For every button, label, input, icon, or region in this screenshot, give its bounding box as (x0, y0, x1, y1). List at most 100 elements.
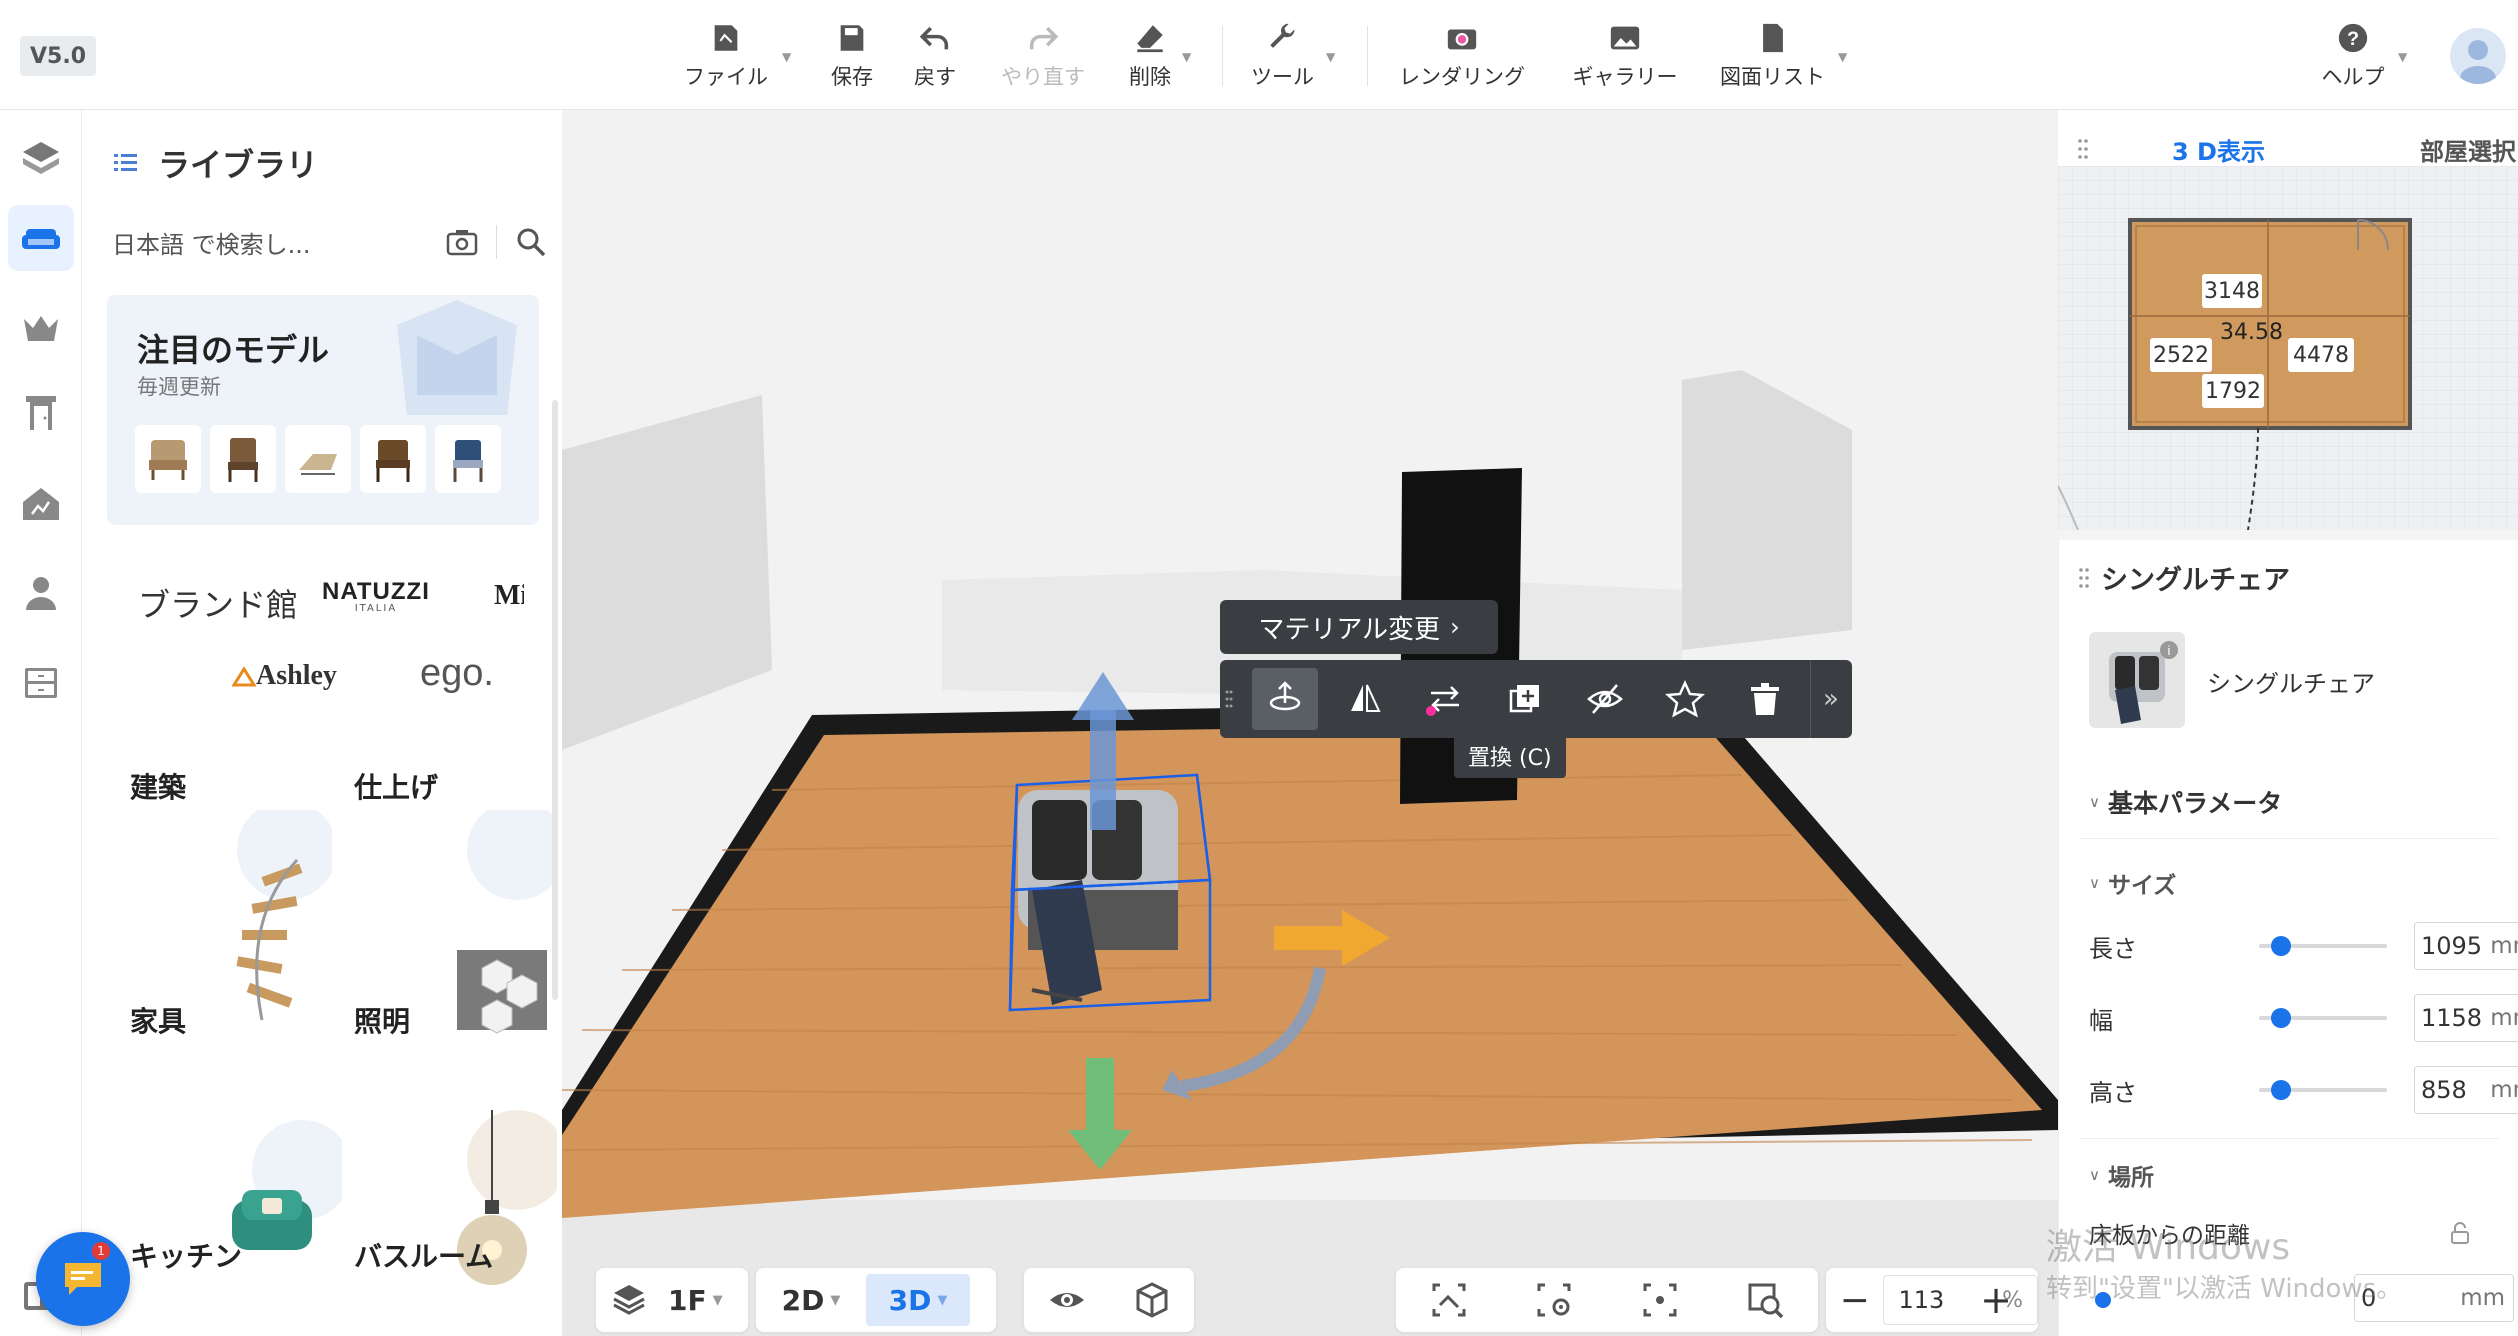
mode-2d-label: 2D (781, 1283, 825, 1317)
expand-more-icon[interactable]: » (1811, 668, 1851, 730)
help-caret-icon[interactable]: ▼ (2398, 50, 2407, 64)
file-menu-button[interactable]: ファイル (680, 16, 772, 96)
layers-icon (613, 1285, 645, 1315)
category-bathroom-label[interactable]: バスルーム (354, 1235, 493, 1275)
section-basic-params[interactable]: ∨ 基本パラメータ (2089, 784, 2282, 820)
zoom-out-button[interactable]: − (1826, 1280, 1883, 1321)
delete-caret-icon[interactable]: ▼ (1182, 50, 1191, 64)
zoom-in-button[interactable]: + (1966, 1268, 2026, 1332)
library-scrollbar[interactable] (552, 400, 558, 1000)
rail-floorplan-button[interactable] (8, 124, 74, 190)
favorite-tool-button[interactable] (1652, 668, 1718, 730)
left-icon-rail (0, 110, 82, 1336)
mirror-tool-button[interactable] (1332, 668, 1398, 730)
list-icon[interactable] (112, 149, 140, 177)
featured-models-card[interactable]: 注目のモデル 毎週更新 (107, 295, 539, 525)
tab-3d-view[interactable]: 3 D表示 (2172, 132, 2265, 167)
rail-premium-button[interactable] (8, 295, 74, 361)
floor-selector[interactable]: 1F ▼ (596, 1268, 748, 1332)
search-input[interactable]: 日本語 で検索し... (112, 225, 402, 260)
replace-tool-button[interactable] (1412, 668, 1478, 730)
mode-2d-button[interactable]: 2D ▼ (756, 1274, 866, 1326)
mode-3d-button[interactable]: 3D ▼ (866, 1274, 970, 1326)
search-icon[interactable] (513, 224, 549, 260)
width-input[interactable]: 1158 mm (2414, 994, 2518, 1042)
category-furniture-label[interactable]: 家具 (130, 1000, 186, 1040)
length-label: 長さ (2089, 934, 2137, 963)
chat-support-button[interactable]: 1 (36, 1232, 130, 1326)
drag-handle-icon[interactable] (1220, 679, 1238, 719)
category-architecture-label[interactable]: 建築 (130, 766, 186, 806)
delete-button[interactable]: 削除 (1120, 16, 1180, 96)
category-kitchen-label[interactable]: キッチン (130, 1235, 242, 1275)
drawing-list-caret-icon[interactable]: ▼ (1838, 50, 1847, 64)
redo-button[interactable]: やり直す (995, 16, 1091, 96)
file-caret-icon[interactable]: ▼ (782, 50, 791, 64)
section-size[interactable]: ∨ サイズ (2089, 866, 2176, 900)
minimap-canvas[interactable]: 主卧 3148 34.58 2522 4478 1792 (2058, 166, 2518, 530)
lock-icon[interactable] (2447, 1220, 2473, 1246)
transform-tool-button[interactable] (1252, 668, 1318, 730)
rendering-button[interactable]: レンダリング (1392, 16, 1532, 96)
featured-graphic-icon (397, 300, 517, 415)
drawing-list-button[interactable]: 図面リスト (1715, 16, 1830, 96)
drag-handle-icon[interactable] (2079, 566, 2089, 590)
fit-view-icon[interactable] (1428, 1279, 1470, 1321)
slider-knob[interactable] (2271, 1080, 2291, 1100)
featured-thumb[interactable] (435, 425, 501, 493)
featured-thumb[interactable] (360, 425, 426, 493)
focus-icon[interactable] (1639, 1279, 1681, 1321)
tools-caret-icon[interactable]: ▼ (1326, 50, 1335, 64)
library-header: ライブラリ (112, 140, 318, 186)
category-lighting-label[interactable]: 照明 (354, 1000, 410, 1040)
copy-tool-button[interactable] (1492, 668, 1558, 730)
brand-ego-logo[interactable]: ego. (420, 652, 494, 695)
width-slider[interactable] (2259, 1008, 2387, 1028)
rail-person-button[interactable] (8, 560, 74, 626)
staircase-icon[interactable] (202, 810, 332, 1060)
minimap-panel: 3 D表示 部屋選択 主卧 3148 34.58 2522 4478 1792 (2058, 110, 2518, 530)
dimension-label: 3148 (2202, 274, 2262, 308)
chair-icon (453, 440, 483, 482)
length-slider[interactable] (2259, 936, 2387, 956)
rail-cabinet-button[interactable] (8, 650, 74, 716)
user-avatar[interactable] (2450, 28, 2506, 84)
material-change-button[interactable]: マテリアル変更 › (1220, 600, 1498, 654)
featured-thumb[interactable] (135, 425, 201, 493)
hide-tool-button[interactable] (1572, 668, 1638, 730)
camera-search-icon[interactable] (444, 224, 480, 260)
save-button[interactable]: 保存 (822, 16, 882, 96)
rail-structure-button[interactable] (8, 470, 74, 536)
slider-knob[interactable] (2271, 1008, 2291, 1028)
undo-button[interactable]: 戻す (905, 16, 965, 96)
tab-room-select[interactable]: 部屋選択 (2420, 132, 2516, 167)
item-thumbnail[interactable]: i (2089, 632, 2185, 728)
cube-icon[interactable] (1132, 1280, 1172, 1320)
height-slider[interactable] (2259, 1080, 2387, 1100)
featured-thumb[interactable] (210, 425, 276, 493)
featured-thumb[interactable] (285, 425, 351, 493)
rail-door-button[interactable] (8, 380, 74, 446)
height-input[interactable]: 858 mm (2414, 1066, 2518, 1114)
brand-ashley-logo[interactable]: Ashley (232, 660, 337, 692)
save-label: 保存 (831, 65, 873, 89)
tools-menu-button[interactable]: ツール (1245, 16, 1320, 96)
slider-knob[interactable] (2271, 936, 2291, 956)
eye-icon[interactable] (1047, 1280, 1087, 1320)
view-settings-icon[interactable] (1533, 1279, 1575, 1321)
drag-handle-icon[interactable] (2078, 137, 2088, 161)
zoom-area-icon[interactable] (1744, 1279, 1786, 1321)
delete-tool-button[interactable] (1732, 668, 1798, 730)
tile-sample-icon[interactable] (427, 810, 557, 1060)
category-finishes-label[interactable]: 仕上げ (354, 766, 438, 806)
section-location[interactable]: ∨ 場所 (2089, 1158, 2154, 1192)
rail-library-button[interactable] (8, 205, 74, 271)
brand-natuzzi-logo[interactable]: NATUZZI ITALIA (322, 580, 430, 614)
camera-icon (1447, 29, 1477, 50)
length-input[interactable]: 1095 mm (2414, 922, 2518, 970)
gallery-button[interactable]: ギャラリー (1565, 16, 1685, 96)
floorplan-icon (23, 142, 59, 174)
3d-viewport[interactable]: マテリアル変更 › » 置換 (C) (562, 110, 2058, 1336)
brand-mi-logo[interactable]: Mi (494, 580, 524, 612)
help-button[interactable]: ? ヘルプ (2318, 16, 2388, 96)
